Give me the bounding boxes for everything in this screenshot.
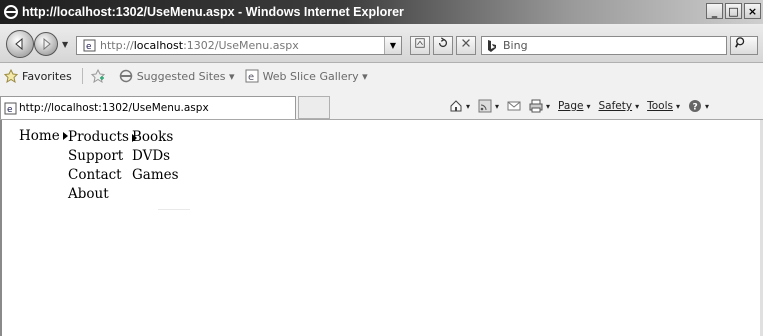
menu-item-products[interactable]: Products <box>68 128 140 147</box>
refresh-button[interactable] <box>433 36 453 55</box>
compatibility-view-button[interactable] <box>410 36 430 55</box>
svg-text:?: ? <box>692 103 697 113</box>
favorites-bar: Favorites Suggested Sites ▾ e Web Slice … <box>0 63 763 89</box>
active-tab[interactable]: e http://localhost:1302/UseMenu.aspx <box>0 96 296 119</box>
menu-item-support[interactable]: Support <box>68 147 140 166</box>
minimize-button[interactable]: _ <box>706 3 723 19</box>
search-button[interactable] <box>730 36 758 55</box>
menu-root-item[interactable]: Home <box>19 128 71 144</box>
address-bar[interactable]: e http://localhost:1302/UseMenu.aspx ▼ <box>76 36 402 55</box>
back-arrow-icon <box>15 37 23 51</box>
svg-text:e: e <box>7 105 13 115</box>
tools-menu[interactable]: Tools ▾ <box>647 100 680 112</box>
page-menu[interactable]: Page ▾ <box>558 100 590 112</box>
rss-feed-icon <box>478 99 492 113</box>
menu-item-home[interactable]: Home <box>19 128 60 144</box>
search-box[interactable]: Bing <box>481 36 727 55</box>
back-button[interactable] <box>6 30 34 58</box>
page-icon: e <box>83 39 96 52</box>
favorites-label: Favorites <box>22 69 72 83</box>
printer-icon <box>529 99 543 113</box>
bing-icon <box>488 39 496 52</box>
favorites-button[interactable]: Favorites <box>4 69 72 83</box>
menu-item-books[interactable]: Books <box>132 128 179 147</box>
menu-item-contact[interactable]: Contact <box>68 166 140 185</box>
page-content: Home Products Support Contact About Book… <box>0 120 763 336</box>
web-slice-gallery-label: Web Slice Gallery ▾ <box>262 69 368 83</box>
web-slice-icon: e <box>245 69 259 83</box>
maximize-button[interactable]: □ <box>725 3 742 19</box>
content-left-border <box>0 120 2 336</box>
home-button[interactable]: ▾ <box>449 99 470 113</box>
window-controls: _ □ × <box>704 3 761 19</box>
address-dropdown-button[interactable]: ▼ <box>384 37 401 54</box>
mail-icon <box>507 101 521 111</box>
svg-text:e: e <box>86 42 92 52</box>
menu-item-products-label: Products <box>68 129 129 145</box>
stop-icon <box>462 39 470 47</box>
suggested-sites-icon <box>119 69 132 83</box>
tab-page-icon: e <box>4 102 17 115</box>
help-menu[interactable]: ? ▾ <box>688 99 709 113</box>
level2-menu: Books DVDs Games <box>132 128 179 185</box>
svg-text:e: e <box>248 72 254 83</box>
window-title: http://localhost:1302/UseMenu.aspx - Win… <box>22 5 404 19</box>
feeds-button[interactable]: ▾ <box>478 99 499 113</box>
read-mail-button[interactable] <box>507 99 521 113</box>
add-to-favorites-button[interactable] <box>90 69 109 83</box>
page-menu-label: Page <box>558 100 584 112</box>
menu-item-dvds[interactable]: DVDs <box>132 147 179 166</box>
navigation-bar: ▼ e http://localhost:1302/UseMenu.aspx ▼… <box>0 24 763 63</box>
close-button[interactable]: × <box>744 3 761 19</box>
menu-item-about[interactable]: About <box>68 185 140 204</box>
url-prefix: http:// <box>100 39 134 52</box>
forward-arrow-icon <box>43 37 51 51</box>
add-favorite-icon <box>90 69 105 83</box>
suggested-sites-link[interactable]: Suggested Sites ▾ <box>119 69 235 83</box>
command-bar: ▾ ▾ ▾ Page ▾ Safety ▾ Tools ▾ ? ▾ <box>449 97 717 115</box>
faint-divider <box>158 209 190 210</box>
level1-menu: Products Support Contact About <box>68 128 140 204</box>
stop-button[interactable] <box>456 36 476 55</box>
menu-item-games[interactable]: Games <box>132 166 179 185</box>
web-slice-gallery-link[interactable]: e Web Slice Gallery ▾ <box>245 69 368 83</box>
ie-logo-icon <box>4 5 18 19</box>
compatibility-icon <box>415 38 425 48</box>
search-placeholder: Bing <box>503 39 528 52</box>
submenu-arrow-icon <box>62 132 68 140</box>
tab-title: http://localhost:1302/UseMenu.aspx <box>19 102 209 114</box>
star-icon <box>4 69 18 83</box>
tools-menu-label: Tools <box>647 100 673 112</box>
forward-button[interactable] <box>34 32 58 56</box>
safety-menu-label: Safety <box>598 100 633 112</box>
title-bar: http://localhost:1302/UseMenu.aspx - Win… <box>0 0 763 24</box>
print-button[interactable]: ▾ <box>529 99 550 113</box>
magnifier-icon <box>735 37 745 48</box>
url-host: localhost <box>133 39 184 52</box>
suggested-sites-label: Suggested Sites ▾ <box>136 69 235 83</box>
recent-pages-dropdown[interactable]: ▼ <box>62 40 68 49</box>
tab-command-row: e http://localhost:1302/UseMenu.aspx ▾ ▾… <box>0 89 763 120</box>
separator <box>81 68 83 84</box>
refresh-icon <box>438 37 448 48</box>
help-icon: ? <box>688 100 701 113</box>
home-icon <box>450 100 462 112</box>
new-tab-button[interactable] <box>298 96 330 119</box>
safety-menu[interactable]: Safety ▾ <box>598 100 639 112</box>
url-rest: :1302/UseMenu.aspx <box>183 39 299 52</box>
